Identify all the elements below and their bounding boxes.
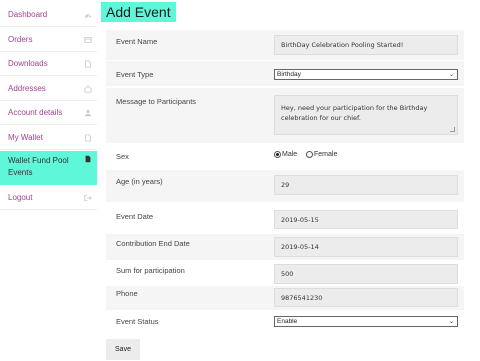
sum-label: Sum for participation [116, 266, 185, 275]
orders-icon [84, 36, 92, 44]
event-type-label: Event Type [116, 70, 154, 79]
message-row: Message to Participants Hey, need your p… [106, 88, 464, 143]
event-type-row: Event Type Birthday ⌄ [106, 61, 464, 86]
event-type-value: Birthday [277, 71, 301, 78]
phone-row: Phone 9876541230 [106, 286, 464, 310]
sidebar-item-label: Wallet Fund Pool Events [8, 156, 69, 177]
sidebar-item-wallet-fund-pool-events[interactable]: Wallet Fund Pool Events [0, 151, 97, 185]
sidebar-item-account-details[interactable]: Account details [0, 101, 97, 125]
home-icon [84, 84, 92, 93]
sidebar-item-downloads[interactable]: Downloads [0, 52, 97, 76]
message-textarea[interactable]: Hey, need your participation for the Bir… [274, 95, 458, 135]
sex-male-label: Male [282, 151, 298, 158]
chevron-down-icon: ⌄ [448, 319, 454, 325]
sidebar-item-logout[interactable]: Logout [0, 186, 97, 210]
radio-selected-icon [274, 151, 281, 158]
sidebar-item-label: Orders [8, 34, 33, 44]
account-sidebar: Dashboard Orders Downloads Addresses Acc… [0, 0, 99, 361]
sidebar-item-orders[interactable]: Orders [0, 28, 97, 52]
sidebar-item-label: My Wallet [8, 132, 43, 142]
phone-label: Phone [116, 289, 138, 298]
age-label: Age (in years) [116, 177, 163, 186]
sidebar-item-label: Account details [8, 107, 63, 117]
event-name-input[interactable]: BirthDay Celebration Pooling Started! [274, 35, 458, 55]
event-date-input[interactable]: 2019-05-15 [274, 210, 458, 229]
page-title: Add Event [101, 2, 176, 22]
logout-icon [84, 194, 92, 202]
event-type-select[interactable]: Birthday ⌄ [274, 69, 458, 80]
message-text: Hey, need your participation for the Bir… [281, 104, 428, 122]
age-row: Age (in years) 29 [106, 170, 464, 202]
phone-input[interactable]: 9876541230 [274, 288, 458, 307]
sidebar-item-dashboard[interactable]: Dashboard [0, 3, 97, 27]
sidebar-item-addresses[interactable]: Addresses [0, 77, 97, 101]
event-name-row: Event Name BirthDay Celebration Pooling … [106, 30, 464, 60]
event-status-select[interactable]: Enable ⌄ [274, 316, 458, 327]
event-date-row: Event Date 2019-05-15 [106, 204, 464, 234]
file-icon [84, 155, 92, 163]
contribution-end-input[interactable]: 2019-05-14 [274, 237, 458, 257]
resize-handle-icon[interactable] [450, 127, 455, 132]
contribution-end-row: Contribution End Date 2019-05-14 [106, 234, 464, 260]
sex-label: Sex [116, 152, 129, 161]
message-label: Message to Participants [116, 97, 197, 106]
file-icon [84, 133, 92, 142]
sidebar-item-my-wallet[interactable]: My Wallet [0, 126, 97, 150]
dashboard-icon [84, 11, 92, 19]
event-status-label: Event Status [116, 317, 159, 326]
sidebar-item-label: Dashboard [8, 9, 48, 19]
sex-male-radio[interactable]: Male [274, 151, 297, 158]
file-icon [84, 59, 92, 68]
event-date-label: Event Date [116, 212, 154, 221]
user-icon [84, 109, 92, 117]
sex-row: Sex Male Female [106, 143, 464, 169]
sidebar-item-label: Addresses [8, 83, 46, 93]
contribution-end-label: Contribution End Date [116, 239, 190, 248]
event-status-row: Event Status Enable ⌄ [106, 312, 464, 334]
sidebar-item-label: Downloads [8, 58, 48, 68]
event-status-value: Enable [277, 318, 298, 325]
sidebar-item-label: Logout [8, 192, 33, 202]
save-button[interactable]: Save [106, 339, 140, 360]
sum-input[interactable]: 500 [274, 264, 458, 284]
chevron-down-icon: ⌄ [448, 72, 454, 78]
sum-row: Sum for participation 500 [106, 261, 464, 286]
sex-female-radio[interactable]: Female [306, 151, 337, 158]
radio-unselected-icon [306, 151, 313, 158]
sex-female-label: Female [314, 151, 338, 158]
event-name-label: Event Name [116, 37, 158, 46]
age-input[interactable]: 29 [274, 175, 458, 195]
